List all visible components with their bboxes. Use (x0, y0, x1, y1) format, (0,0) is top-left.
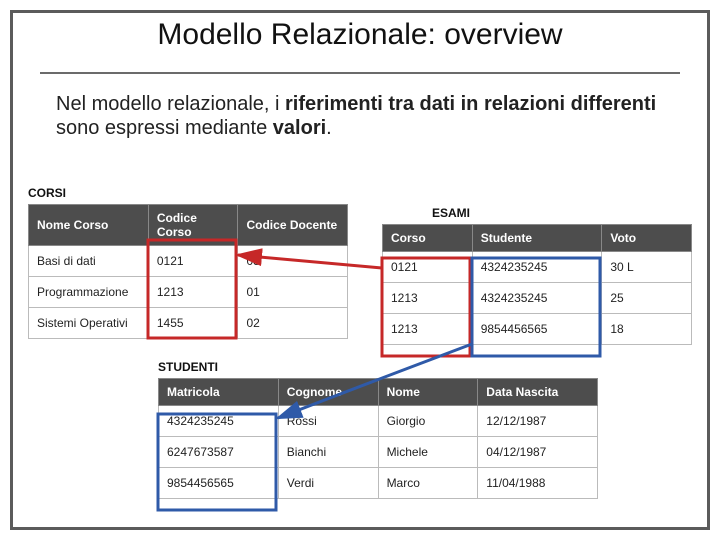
studenti-cell: Verdi (278, 468, 378, 499)
esami-cell: 30 L (602, 252, 692, 283)
studenti-cell: Michele (378, 437, 478, 468)
col-header: Cognome (278, 379, 378, 406)
col-header: Nome Corso (29, 205, 149, 246)
table-row: 4324235245RossiGiorgio12/12/1987 (159, 406, 598, 437)
esami-cell: 4324235245 (472, 283, 602, 314)
table-row: Basi di dati012103 (29, 246, 348, 277)
table-label-corsi: CORSI (28, 186, 66, 200)
studenti-cell: Rossi (278, 406, 378, 437)
studenti-cell: 04/12/1987 (478, 437, 598, 468)
corsi-cell: 1455 (148, 308, 238, 339)
corsi-cell: Basi di dati (29, 246, 149, 277)
studenti-cell: 4324235245 (159, 406, 279, 437)
esami-cell: 9854456565 (472, 314, 602, 345)
col-header: Data Nascita (478, 379, 598, 406)
studenti-cell: Giorgio (378, 406, 478, 437)
table-row: 1213432423524525 (383, 283, 692, 314)
corsi-cell: 1213 (148, 277, 238, 308)
corsi-cell: 02 (238, 308, 348, 339)
esami-cell: 25 (602, 283, 692, 314)
col-header: Codice Corso (148, 205, 238, 246)
col-header: Voto (602, 225, 692, 252)
intro-paragraph: Nel modello relazionale, i riferimenti t… (56, 92, 664, 140)
esami-cell: 1213 (383, 283, 473, 314)
esami-cell: 0121 (383, 252, 473, 283)
table-studenti: Matricola Cognome Nome Data Nascita 4324… (158, 378, 598, 499)
studenti-cell: 11/04/1988 (478, 468, 598, 499)
corsi-cell: Programmazione (29, 277, 149, 308)
col-header: Codice Docente (238, 205, 348, 246)
corsi-cell: Sistemi Operativi (29, 308, 149, 339)
table-row: Sistemi Operativi145502 (29, 308, 348, 339)
esami-cell: 1213 (383, 314, 473, 345)
table-label-esami: ESAMI (432, 206, 470, 220)
col-header: Corso (383, 225, 473, 252)
table-row: 9854456565VerdiMarco11/04/1988 (159, 468, 598, 499)
table-corsi: Nome Corso Codice Corso Codice Docente B… (28, 204, 348, 339)
corsi-cell: 01 (238, 277, 348, 308)
corsi-cell: 0121 (148, 246, 238, 277)
col-header: Matricola (159, 379, 279, 406)
table-row: 1213985445656518 (383, 314, 692, 345)
studenti-cell: 6247673587 (159, 437, 279, 468)
studenti-cell: Bianchi (278, 437, 378, 468)
col-header: Studente (472, 225, 602, 252)
table-esami: Corso Studente Voto 0121432423524530 L12… (382, 224, 692, 345)
slide-title: Modello Relazionale: overview (0, 18, 720, 52)
title-rule (40, 72, 680, 74)
table-row: Programmazione121301 (29, 277, 348, 308)
studenti-cell: Marco (378, 468, 478, 499)
table-label-studenti: STUDENTI (158, 360, 218, 374)
esami-cell: 4324235245 (472, 252, 602, 283)
studenti-cell: 12/12/1987 (478, 406, 598, 437)
studenti-cell: 9854456565 (159, 468, 279, 499)
esami-cell: 18 (602, 314, 692, 345)
col-header: Nome (378, 379, 478, 406)
table-row: 6247673587BianchiMichele04/12/1987 (159, 437, 598, 468)
table-row: 0121432423524530 L (383, 252, 692, 283)
corsi-cell: 03 (238, 246, 348, 277)
